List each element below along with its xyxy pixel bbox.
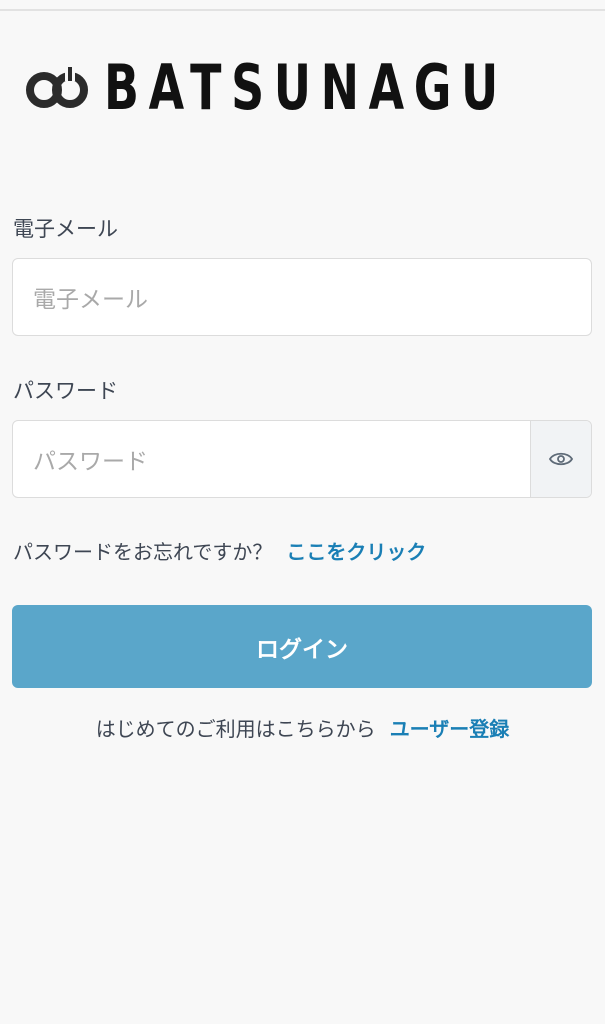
forgot-password-link[interactable]: ここをクリック bbox=[286, 540, 426, 564]
logo-text: BATSUNAGU bbox=[104, 51, 508, 124]
password-label: パスワード bbox=[13, 379, 118, 403]
forgot-password-text: パスワードをお忘れですか？ bbox=[13, 540, 273, 564]
forgot-password-row: パスワードをお忘れですか？ ここをクリック bbox=[13, 536, 426, 565]
email-field[interactable]: 電子メール bbox=[12, 258, 592, 336]
register-text: はじめてのご利用はこちらから bbox=[95, 717, 376, 741]
login-button[interactable]: ログイン bbox=[12, 605, 592, 688]
register-row: はじめてのご利用はこちらから ユーザー登録 bbox=[0, 713, 605, 742]
app-logo: BATSUNAGU bbox=[24, 56, 605, 120]
top-divider bbox=[0, 0, 605, 11]
email-label: 電子メール bbox=[13, 217, 118, 241]
password-field[interactable]: パスワード bbox=[12, 420, 592, 498]
password-placeholder[interactable]: パスワード bbox=[33, 442, 530, 476]
eye-icon bbox=[549, 452, 573, 466]
email-placeholder[interactable]: 電子メール bbox=[33, 280, 591, 314]
show-password-button[interactable] bbox=[530, 421, 591, 497]
logo-mark-icon bbox=[26, 67, 88, 108]
register-link[interactable]: ユーザー登録 bbox=[390, 717, 510, 741]
